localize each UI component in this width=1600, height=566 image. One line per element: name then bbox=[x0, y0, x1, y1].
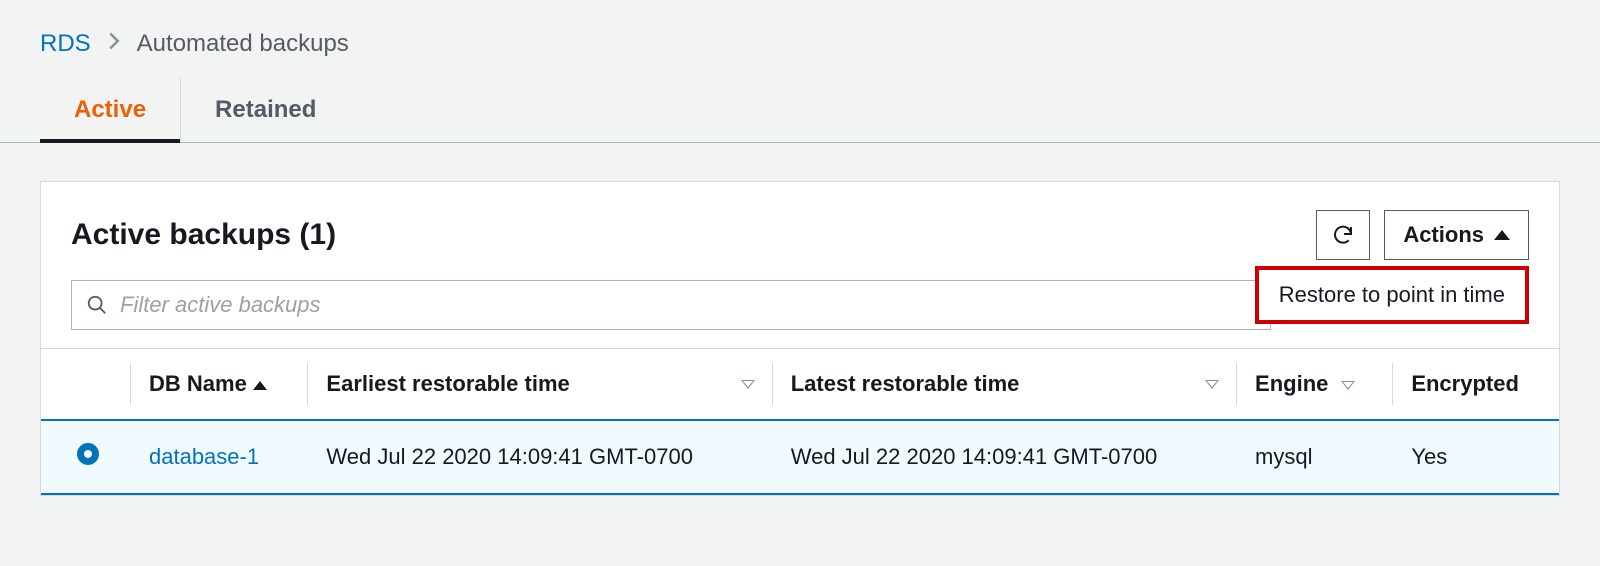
col-encrypted[interactable]: Encrypted bbox=[1393, 349, 1559, 421]
col-engine[interactable]: Engine bbox=[1237, 349, 1393, 421]
sort-icon bbox=[1205, 380, 1219, 389]
breadcrumb-current: Automated backups bbox=[137, 30, 349, 58]
cell-latest: Wed Jul 22 2020 14:09:41 GMT-0700 bbox=[773, 420, 1237, 494]
sort-asc-icon bbox=[253, 381, 267, 390]
col-earliest[interactable]: Earliest restorable time bbox=[308, 349, 772, 421]
backups-table: DB Name Earliest restorable time Latest … bbox=[41, 348, 1559, 495]
refresh-button[interactable] bbox=[1316, 210, 1370, 260]
cell-earliest: Wed Jul 22 2020 14:09:41 GMT-0700 bbox=[308, 420, 772, 494]
tabs: Active Retained bbox=[0, 78, 1600, 143]
filter-wrap bbox=[71, 280, 1271, 330]
panel-header: Active backups (1) Actions Restore to po… bbox=[41, 210, 1559, 280]
actions-menu: Restore to point in time bbox=[1255, 266, 1529, 324]
actions-button[interactable]: Actions bbox=[1384, 210, 1529, 260]
search-icon bbox=[86, 294, 108, 316]
cell-engine: mysql bbox=[1237, 420, 1393, 494]
chevron-right-icon bbox=[107, 31, 121, 57]
breadcrumb-root-link[interactable]: RDS bbox=[40, 30, 91, 58]
sort-icon bbox=[1341, 381, 1355, 390]
table-row[interactable]: database-1 Wed Jul 22 2020 14:09:41 GMT-… bbox=[41, 420, 1559, 494]
tab-active[interactable]: Active bbox=[40, 78, 181, 142]
sort-icon bbox=[741, 380, 755, 389]
panel-active-backups: Active backups (1) Actions Restore to po… bbox=[40, 181, 1560, 496]
col-select bbox=[41, 349, 131, 421]
col-db-name[interactable]: DB Name bbox=[131, 349, 308, 421]
breadcrumb: RDS Automated backups bbox=[0, 0, 1600, 78]
actions-label: Actions bbox=[1403, 222, 1484, 248]
caret-up-icon bbox=[1494, 230, 1510, 240]
db-name-link[interactable]: database-1 bbox=[149, 444, 259, 469]
col-latest[interactable]: Latest restorable time bbox=[773, 349, 1237, 421]
refresh-icon bbox=[1331, 223, 1355, 247]
menu-item-restore-point-in-time[interactable]: Restore to point in time bbox=[1279, 282, 1505, 308]
tab-retained[interactable]: Retained bbox=[181, 78, 350, 142]
cell-encrypted: Yes bbox=[1393, 420, 1559, 494]
panel-title: Active backups (1) bbox=[71, 218, 1302, 252]
filter-input[interactable] bbox=[120, 292, 1256, 318]
radio-selected-icon[interactable] bbox=[77, 443, 99, 465]
